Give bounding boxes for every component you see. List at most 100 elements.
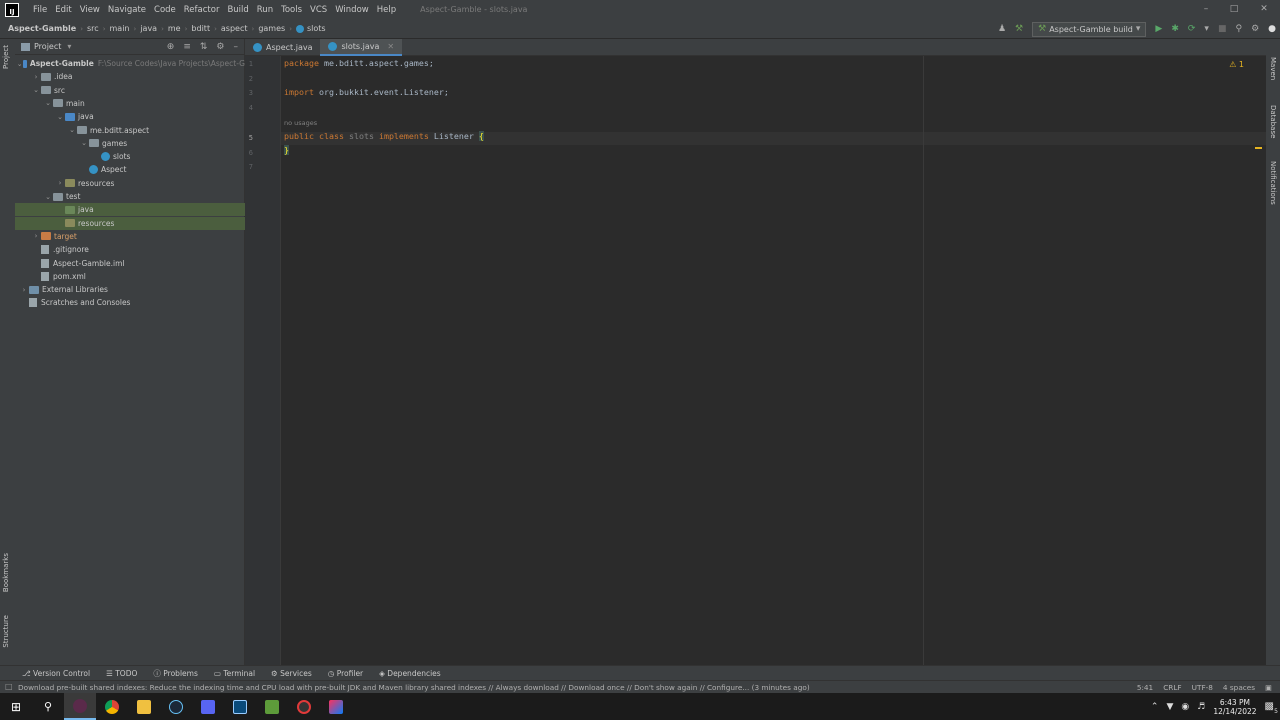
expand-all-icon[interactable]: ≡: [183, 42, 191, 52]
microphone-icon[interactable]: ▼: [1166, 702, 1173, 712]
tree-item[interactable]: slots: [15, 150, 245, 163]
chevron-down-icon[interactable]: ▾: [67, 42, 71, 51]
tree-item[interactable]: › target: [15, 230, 245, 243]
breadcrumb-src[interactable]: src: [87, 24, 99, 33]
taskbar-app-explorer[interactable]: [128, 693, 160, 720]
tree-item[interactable]: ⌄ main: [15, 97, 245, 110]
tree-item[interactable]: pom.xml: [15, 270, 245, 283]
tree-item[interactable]: ⌄ Aspect-Gamble F:\Source Codes\Java Proje…: [15, 57, 245, 70]
tree-item[interactable]: › resources: [15, 177, 245, 190]
tree-item[interactable]: .gitignore: [15, 243, 245, 256]
tree-item[interactable]: java: [15, 203, 245, 217]
breadcrumb-main[interactable]: main: [110, 24, 130, 33]
taskbar-app-gamebar[interactable]: [288, 693, 320, 720]
network-icon[interactable]: ◉: [1181, 702, 1189, 712]
tree-item[interactable]: Aspect: [15, 163, 245, 176]
chevron-down-icon[interactable]: ⌄: [43, 99, 53, 107]
caret-position[interactable]: 5:41: [1137, 683, 1153, 692]
build-hammer-icon[interactable]: ⚒: [1015, 24, 1023, 34]
menu-window[interactable]: Window: [331, 5, 373, 15]
tree-item[interactable]: Scratches and Consoles: [15, 296, 245, 309]
project-tool-tab[interactable]: Project: [2, 45, 10, 69]
error-stripe-mark[interactable]: [1255, 147, 1262, 149]
debug-icon[interactable]: ✱: [1171, 24, 1179, 34]
tree-item[interactable]: ⌄ src: [15, 84, 245, 97]
tree-item[interactable]: ⌄ me.bditt.aspect: [15, 124, 245, 137]
inspection-warning-indicator[interactable]: ⚠ 1: [1229, 60, 1244, 69]
line-separator[interactable]: CRLF: [1163, 683, 1181, 692]
close-icon[interactable]: ✕: [1250, 0, 1278, 19]
volume-icon[interactable]: ♬: [1197, 702, 1205, 712]
chevron-down-icon[interactable]: ⌄: [43, 193, 53, 201]
lock-icon[interactable]: ▣: [1265, 683, 1272, 692]
tree-item[interactable]: › External Libraries: [15, 283, 245, 296]
run-configuration-select[interactable]: ⚒ Aspect-Gamble build ▾: [1032, 21, 1147, 37]
dependencies-tool[interactable]: ◈ Dependencies: [379, 669, 441, 678]
clock[interactable]: 6:43 PM 12/14/2022: [1213, 698, 1256, 716]
taskbar-app-chrome[interactable]: [96, 693, 128, 720]
taskbar-app-minecraft[interactable]: [256, 693, 288, 720]
chevron-right-icon[interactable]: ›: [31, 73, 41, 81]
locate-icon[interactable]: ⊕: [167, 42, 175, 52]
hide-panel-icon[interactable]: –: [234, 42, 239, 52]
taskbar-app-intellij[interactable]: [320, 693, 352, 720]
todo-tool[interactable]: ☰ TODO: [106, 669, 137, 678]
chevron-right-icon[interactable]: ›: [31, 232, 41, 240]
problems-tool[interactable]: ⓘ Problems: [153, 668, 197, 679]
menu-refactor[interactable]: Refactor: [180, 5, 224, 15]
tree-item[interactable]: ⌄ games: [15, 137, 245, 150]
search-taskbar-button[interactable]: ⚲: [32, 693, 64, 720]
structure-tool-tab[interactable]: Structure: [2, 615, 10, 648]
menu-vcs[interactable]: VCS: [306, 5, 331, 15]
status-toggle-icon[interactable]: □: [5, 682, 13, 691]
breadcrumb-aspect[interactable]: aspect: [221, 24, 248, 33]
breadcrumb-me[interactable]: me: [168, 24, 181, 33]
settings-gear-icon[interactable]: ⚙: [1251, 24, 1259, 34]
close-tab-icon[interactable]: ✕: [387, 42, 394, 51]
coverage-icon[interactable]: ⟳: [1188, 24, 1196, 34]
menu-tools[interactable]: Tools: [277, 5, 306, 15]
status-message[interactable]: Download pre-built shared indexes: Reduc…: [18, 683, 810, 692]
breadcrumb-bditt[interactable]: bditt: [191, 24, 210, 33]
collapse-all-icon[interactable]: ⇅: [200, 42, 208, 52]
menu-navigate[interactable]: Navigate: [104, 5, 150, 15]
tab-aspect-java[interactable]: Aspect.java: [245, 39, 320, 56]
chevron-down-icon[interactable]: ⌄: [79, 139, 89, 147]
bookmarks-tool-tab[interactable]: Bookmarks: [2, 553, 10, 592]
options-gear-icon[interactable]: ⚙: [216, 42, 224, 52]
breadcrumb-java[interactable]: java: [140, 24, 157, 33]
menu-help[interactable]: Help: [373, 5, 400, 15]
menu-code[interactable]: Code: [150, 5, 180, 15]
start-button[interactable]: ⊞: [0, 693, 32, 720]
menu-edit[interactable]: Edit: [51, 5, 75, 15]
tree-item[interactable]: Aspect-Gamble.iml: [15, 257, 245, 270]
chevron-right-icon[interactable]: ›: [19, 286, 29, 294]
taskbar-app-steam[interactable]: [160, 693, 192, 720]
tree-item[interactable]: resources: [15, 216, 245, 230]
menu-build[interactable]: Build: [223, 5, 252, 15]
run-icon[interactable]: ▶: [1155, 24, 1162, 34]
breadcrumb-slots[interactable]: slots: [307, 24, 326, 33]
version-control-tool[interactable]: ⎇ Version Control: [22, 669, 90, 678]
notifications-tool-tab[interactable]: Notifications: [1269, 161, 1277, 205]
usages-hint[interactable]: no usages: [284, 119, 317, 127]
breadcrumb-games[interactable]: games: [258, 24, 285, 33]
chevron-right-icon[interactable]: ›: [55, 179, 65, 187]
code-editor[interactable]: package me.bditt.aspect.games; import or…: [281, 56, 1266, 665]
services-tool[interactable]: ⚙ Services: [271, 669, 312, 678]
more-run-icon[interactable]: ▾: [1204, 24, 1209, 34]
chevron-up-icon[interactable]: ⌃: [1151, 702, 1159, 712]
tree-item[interactable]: ⌄ java: [15, 110, 245, 123]
stop-icon[interactable]: ■: [1218, 24, 1227, 34]
indent-setting[interactable]: 4 spaces: [1223, 683, 1255, 692]
search-icon[interactable]: ⚲: [1235, 24, 1242, 34]
chevron-down-icon[interactable]: ⌄: [31, 86, 41, 94]
chevron-down-icon[interactable]: ⌄: [67, 126, 77, 134]
taskbar-app-obs[interactable]: [64, 693, 96, 720]
maven-tool-tab[interactable]: Maven: [1269, 57, 1277, 80]
tree-item[interactable]: › .idea: [15, 70, 245, 83]
taskbar-app-terminal[interactable]: [224, 693, 256, 720]
ide-logo-icon[interactable]: ●: [1268, 24, 1276, 34]
tree-item[interactable]: ⌄ test: [15, 190, 245, 203]
menu-file[interactable]: File: [29, 5, 51, 15]
